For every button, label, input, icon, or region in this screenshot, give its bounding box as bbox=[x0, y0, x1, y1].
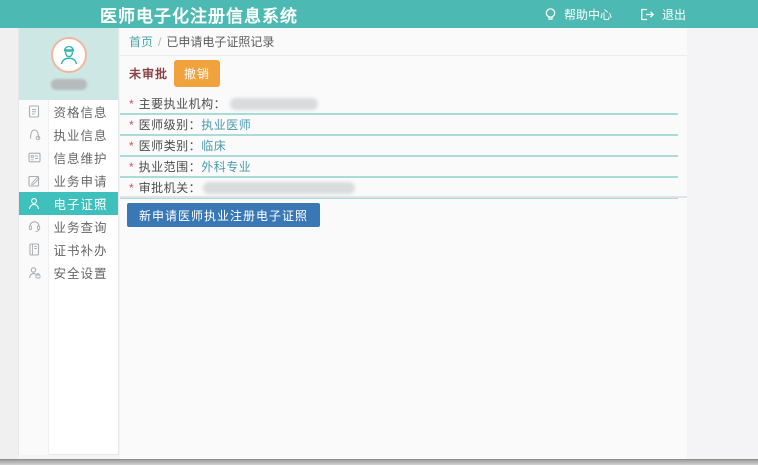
sidebar-menu: 资格信息 执业信息 bbox=[19, 100, 118, 455]
sidebar-item-info-maintenance[interactable]: 信息维护 bbox=[19, 146, 118, 169]
redacted-user-name bbox=[51, 79, 87, 90]
sidebar-item-label: 业务申请 bbox=[49, 171, 118, 190]
avatar[interactable] bbox=[51, 37, 87, 73]
sidebar: 资格信息 执业信息 bbox=[18, 28, 119, 455]
notebook-icon bbox=[19, 243, 49, 256]
content-panel bbox=[120, 28, 687, 460]
breadcrumb-separator: / bbox=[158, 35, 161, 49]
field-value: 执业医师 bbox=[201, 116, 251, 133]
sidebar-item-security-settings[interactable]: 安全设置 bbox=[19, 261, 118, 284]
sidebar-item-label: 执业信息 bbox=[49, 125, 118, 144]
field-value: 外科专业 bbox=[201, 158, 251, 175]
page-body: 资格信息 执业信息 bbox=[0, 28, 758, 460]
sidebar-item-qualification-info[interactable]: 资格信息 bbox=[19, 100, 118, 123]
field-physician-level: * 医师级别： 执业医师 bbox=[120, 115, 678, 136]
breadcrumb-home-link[interactable]: 首页 bbox=[129, 33, 153, 50]
required-marker: * bbox=[129, 97, 134, 111]
sidebar-item-label: 信息维护 bbox=[49, 148, 118, 167]
new-application-button[interactable]: 新申请医师执业注册电子证照 bbox=[127, 203, 320, 227]
sidebar-item-label: 资格信息 bbox=[49, 102, 118, 121]
sidebar-item-electronic-certificate[interactable]: 电子证照 bbox=[19, 192, 118, 215]
sidebar-item-label: 安全设置 bbox=[49, 263, 118, 282]
breadcrumb-current: 已申请电子证照记录 bbox=[166, 33, 274, 50]
required-marker: * bbox=[129, 181, 134, 195]
field-label: 医师类别： bbox=[139, 137, 202, 154]
status-badge: 未审批 bbox=[129, 65, 168, 82]
field-physician-category: * 医师类别： 临床 bbox=[120, 136, 678, 157]
redacted-value bbox=[203, 182, 355, 194]
required-marker: * bbox=[129, 139, 134, 153]
sidebar-item-certificate-reissue[interactable]: 证书补办 bbox=[19, 238, 118, 261]
main-content: 首页 / 已申请电子证照记录 未审批 撤销 * 主要执业机构： * 医师级别： … bbox=[120, 28, 758, 460]
practice-person-icon bbox=[19, 128, 49, 141]
field-label: 执业范围： bbox=[139, 158, 202, 175]
field-main-practice-institution: * 主要执业机构： bbox=[120, 94, 678, 115]
window-bottom-edge bbox=[0, 459, 758, 465]
sidebar-item-business-query[interactable]: 业务查询 bbox=[19, 215, 118, 238]
sidebar-item-business-application[interactable]: 业务申请 bbox=[19, 169, 118, 192]
sidebar-item-practice-info[interactable]: 执业信息 bbox=[19, 123, 118, 146]
field-label: 主要执业机构： bbox=[139, 95, 227, 112]
logout-icon[interactable] bbox=[640, 8, 655, 21]
phone-query-icon bbox=[19, 220, 49, 233]
user-profile-panel bbox=[19, 28, 118, 100]
lightbulb-icon[interactable] bbox=[544, 7, 557, 22]
sidebar-item-label: 电子证照 bbox=[49, 194, 118, 213]
doctor-avatar-icon bbox=[57, 43, 81, 67]
required-marker: * bbox=[129, 118, 134, 132]
document-icon bbox=[19, 105, 49, 118]
help-center-link[interactable]: 帮助中心 bbox=[564, 6, 612, 23]
certificate-fields: * 主要执业机构： * 医师级别： 执业医师 * 医师类别： 临床 * 执业范围… bbox=[120, 94, 678, 199]
section-divider bbox=[120, 196, 687, 198]
left-margin-strip bbox=[0, 28, 18, 460]
person-badge-icon bbox=[19, 197, 49, 210]
form-edit-icon bbox=[19, 175, 49, 187]
id-card-icon bbox=[19, 152, 49, 163]
logout-link[interactable]: 退出 bbox=[662, 6, 686, 23]
field-practice-scope: * 执业范围： 外科专业 bbox=[120, 157, 678, 178]
top-header-bar: 医师电子化注册信息系统 帮助中心 退出 bbox=[0, 0, 758, 28]
sidebar-item-label: 业务查询 bbox=[49, 217, 118, 236]
field-label: 审批机关： bbox=[139, 179, 202, 196]
sidebar-item-label: 证书补办 bbox=[49, 240, 118, 259]
breadcrumb: 首页 / 已申请电子证照记录 bbox=[120, 28, 687, 56]
record-status-row: 未审批 撤销 bbox=[129, 62, 220, 85]
required-marker: * bbox=[129, 160, 134, 174]
person-lock-icon bbox=[19, 266, 49, 279]
app-title: 医师电子化注册信息系统 bbox=[100, 2, 298, 27]
revoke-button[interactable]: 撤销 bbox=[174, 60, 220, 87]
field-label: 医师级别： bbox=[139, 116, 202, 133]
redacted-value bbox=[230, 98, 318, 110]
field-value: 临床 bbox=[201, 137, 226, 154]
